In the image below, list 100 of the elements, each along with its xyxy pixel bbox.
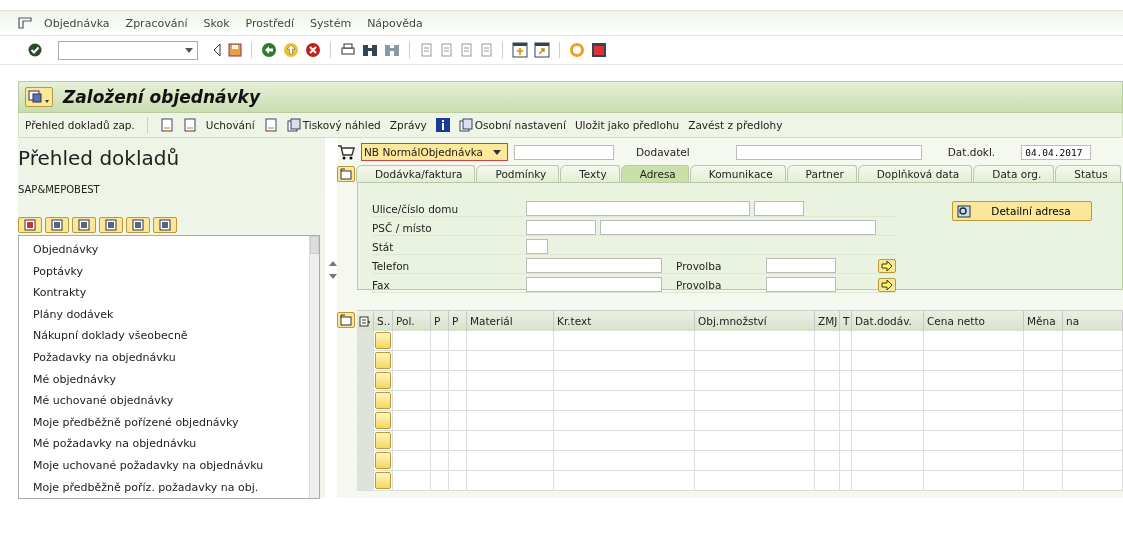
page-icon[interactable] <box>479 43 493 57</box>
column-header[interactable]: Materiál <box>467 311 554 331</box>
column-header[interactable]: na <box>1063 311 1123 331</box>
shortcut-icon[interactable] <box>534 42 550 58</box>
collapse-button[interactable] <box>337 166 355 182</box>
column-header[interactable]: ZMJ <box>815 311 840 331</box>
list-item[interactable]: Mé objednávky <box>33 368 309 391</box>
command-field[interactable] <box>58 40 198 60</box>
tool-button[interactable] <box>72 217 96 233</box>
help-icon[interactable] <box>569 42 585 58</box>
toolbar-button[interactable]: Zprávy <box>389 119 427 131</box>
collapse-button[interactable] <box>337 312 355 328</box>
list-item[interactable]: Požadavky na objednávku <box>33 346 309 369</box>
menu-item[interactable]: Objednávka <box>44 16 110 30</box>
window-icon[interactable] <box>512 42 528 58</box>
print-icon[interactable] <box>340 43 356 57</box>
list-item[interactable]: Plány dodávek <box>33 303 309 326</box>
menu-item[interactable]: Systém <box>310 16 352 30</box>
toolbar-button[interactable]: Uchování <box>205 119 255 131</box>
scroll-up-icon[interactable] <box>329 261 337 266</box>
house-number-field[interactable] <box>754 201 804 216</box>
column-header[interactable]: P <box>449 311 467 331</box>
menu-item[interactable]: Skok <box>203 16 230 30</box>
list-item[interactable]: Kontrakty <box>33 282 309 304</box>
tab[interactable]: Podmínky <box>476 165 560 182</box>
arrow-button[interactable] <box>878 277 896 292</box>
list-item[interactable]: Moje uchované požadavky na objednávku <box>33 454 309 477</box>
menu-item[interactable]: Nápověda <box>367 16 423 30</box>
list-item[interactable]: Moje předběžně poříz. požadavky na obj. <box>33 476 309 499</box>
page-icon[interactable] <box>459 43 473 57</box>
list-item[interactable]: Mé požadavky na objednávku <box>33 433 309 455</box>
extension-field[interactable] <box>766 277 836 292</box>
save-icon[interactable] <box>228 43 242 57</box>
menu-button[interactable] <box>25 87 53 107</box>
tool-button[interactable] <box>45 217 69 233</box>
document-icon[interactable] <box>159 118 174 132</box>
tool-button[interactable] <box>126 217 150 233</box>
list-item[interactable]: Objednávky <box>33 239 309 261</box>
tool-button[interactable] <box>99 217 123 233</box>
info-icon[interactable] <box>435 118 450 132</box>
page-icon[interactable] <box>419 43 433 57</box>
document-number-field[interactable] <box>514 144 614 160</box>
toolbar-button[interactable]: Tiskový náhled <box>286 118 381 132</box>
tab[interactable]: Dodávka/faktura <box>356 165 476 182</box>
scroll-down-icon[interactable] <box>329 274 337 279</box>
column-header[interactable]: Obj.množství <box>695 311 815 331</box>
document-type-dropdown[interactable]: NB NormálObjednávka <box>361 143 508 161</box>
column-header[interactable]: S.. <box>374 311 393 331</box>
list-item[interactable]: Poptávky <box>33 260 309 283</box>
extension-field[interactable] <box>766 258 836 273</box>
exit-icon[interactable] <box>283 42 299 58</box>
back-icon[interactable] <box>261 42 277 58</box>
dropdown-caret-icon[interactable] <box>185 47 193 53</box>
document-icon[interactable] <box>182 118 197 132</box>
postcode-field[interactable] <box>526 220 596 235</box>
check-icon[interactable] <box>28 43 42 57</box>
column-header[interactable]: Cena netto <box>924 311 1024 331</box>
find-next-icon[interactable] <box>384 43 400 57</box>
tab[interactable]: Data org. <box>973 165 1055 182</box>
phone-field[interactable] <box>526 258 662 273</box>
back-arrow-icon[interactable] <box>212 43 222 57</box>
arrow-button[interactable] <box>878 258 896 273</box>
tab[interactable]: Komunikace <box>689 165 786 182</box>
street-field[interactable] <box>526 201 750 216</box>
tab[interactable]: Doplňková data <box>857 165 973 182</box>
toolbar-button[interactable]: Uložit jako předlohu <box>574 119 680 131</box>
city-field[interactable] <box>600 220 876 235</box>
column-header[interactable]: Pol. <box>393 311 431 331</box>
column-header[interactable]: Měna <box>1024 311 1063 331</box>
menu-icon[interactable] <box>18 17 32 29</box>
document-icon[interactable] <box>263 118 278 132</box>
tab[interactable]: Status <box>1055 165 1121 182</box>
tool-button[interactable] <box>153 217 177 233</box>
detail-address-button[interactable]: Detailní adresa <box>952 201 1092 221</box>
date-field[interactable]: 04.04.2017 <box>1021 144 1092 160</box>
cancel-icon[interactable] <box>305 42 321 58</box>
toolbar-button[interactable]: Přehled dokladů zap. <box>25 119 135 131</box>
country-field[interactable] <box>526 239 548 254</box>
column-header[interactable]: T <box>840 311 852 331</box>
column-header[interactable]: P <box>431 311 449 331</box>
list-item[interactable]: Moje předběžně pořízené objednávky <box>33 411 309 434</box>
list-item[interactable]: Mé uchované objednávky <box>33 390 309 412</box>
tab[interactable]: Texty <box>560 165 620 182</box>
tab[interactable]: Partner <box>786 165 857 182</box>
column-header[interactable]: Dat.dodáv. <box>852 311 924 331</box>
fax-field[interactable] <box>526 277 662 292</box>
supplier-field[interactable] <box>735 144 922 160</box>
page-icon[interactable] <box>439 43 453 57</box>
menu-item[interactable]: Prostředí <box>245 16 295 30</box>
column-header[interactable]: Kr.text <box>554 311 695 331</box>
list-item[interactable]: Nákupní doklady všeobecně <box>33 325 309 347</box>
binoculars-icon[interactable] <box>362 43 378 57</box>
dropdown-caret-icon[interactable] <box>493 149 501 155</box>
tool-button[interactable] <box>18 217 42 233</box>
toolbar-button[interactable]: Zavést z předlohy <box>688 119 783 131</box>
cart-icon[interactable] <box>337 144 355 160</box>
toolbar-button[interactable]: Osobní nastavení <box>458 118 566 132</box>
scrollbar[interactable] <box>309 236 319 499</box>
menu-item[interactable]: Zpracování <box>125 16 188 30</box>
tab[interactable]: Adresa <box>620 165 689 182</box>
